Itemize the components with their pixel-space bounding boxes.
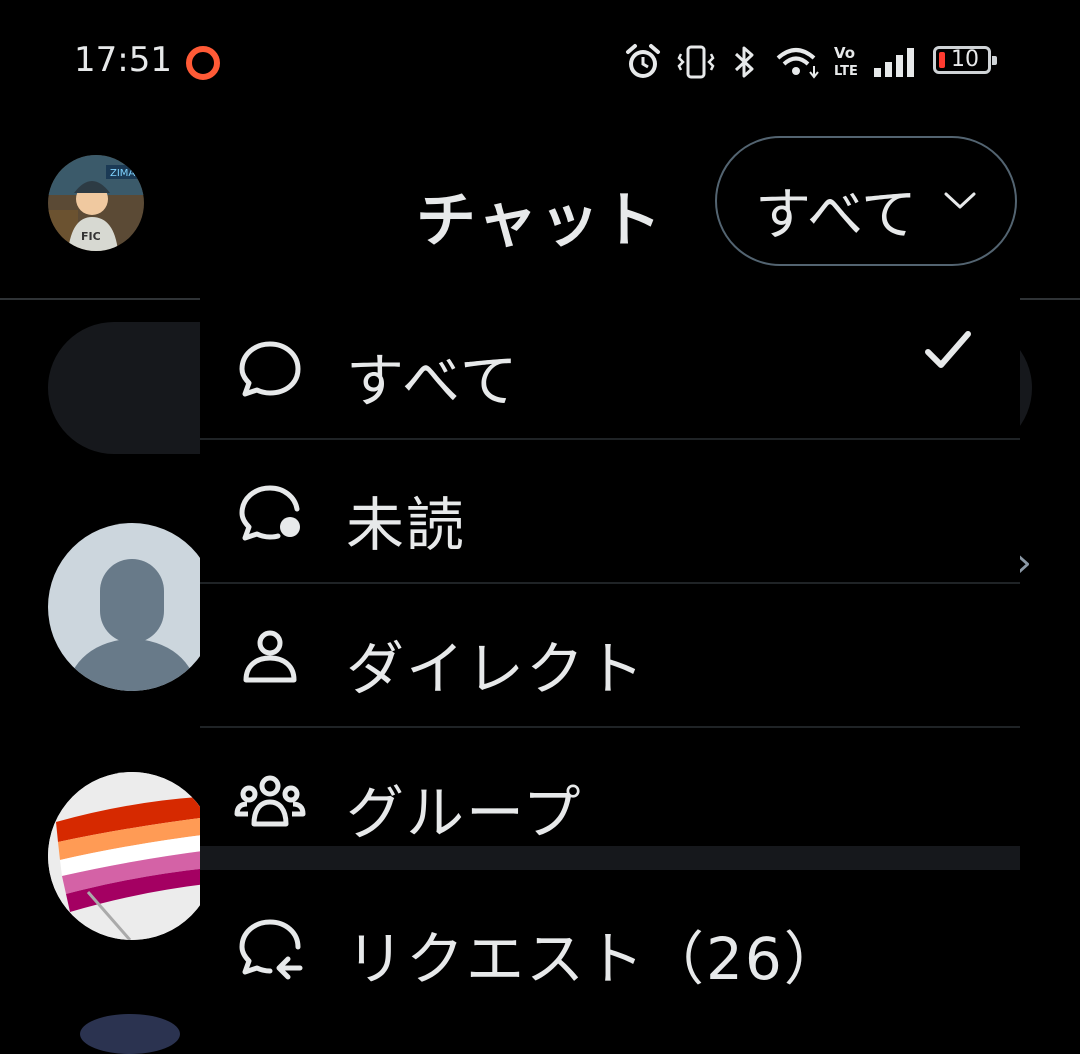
menu-item-label: リクエスト（26） <box>346 925 844 993</box>
checkmark-icon <box>925 331 971 368</box>
menu-item-label: すべて <box>346 347 520 415</box>
signal-icon <box>874 48 914 77</box>
battery-level: 10 <box>951 47 979 72</box>
filter-menu: すべて 未読 ダイレクト グループ リクエスト（26） <box>200 296 1020 1024</box>
svg-text:LTE: LTE <box>834 64 858 79</box>
background-avatar-partial <box>80 1014 180 1054</box>
bluetooth-icon <box>734 46 754 78</box>
menu-item-label: ダイレクト <box>346 635 647 703</box>
wifi-icon <box>776 48 819 79</box>
group-icon <box>234 775 306 827</box>
volte-icon: Vo LTE <box>834 44 858 79</box>
svg-text:FIC: FIC <box>81 230 101 243</box>
menu-item-requests[interactable]: リクエスト（26） <box>200 874 1020 1016</box>
chevron-down-icon <box>944 192 976 209</box>
person-icon <box>243 630 297 683</box>
recording-icon <box>186 46 220 80</box>
avatar-sign-text: ZIMA <box>110 168 135 179</box>
menu-separator <box>200 846 1020 870</box>
menu-item-label: グループ <box>346 779 583 847</box>
status-time: 17:51 <box>74 40 172 80</box>
alarm-icon <box>626 44 660 78</box>
unread-bubble-icon <box>239 485 300 541</box>
user-avatar[interactable]: ZIMA FIC <box>48 155 144 251</box>
menu-item-direct[interactable]: ダイレクト <box>200 584 1020 728</box>
chat-header: ZIMA FIC チャット すべて <box>0 120 1080 300</box>
battery-icon: 10 <box>933 46 997 74</box>
menu-item-unread[interactable]: 未読 <box>200 440 1020 584</box>
vibrate-icon <box>677 45 715 79</box>
background-avatar-flag <box>48 772 216 940</box>
background-avatar-default <box>48 523 216 691</box>
menu-item-all[interactable]: すべて <box>200 296 1020 440</box>
menu-item-label: 未読 <box>346 491 467 559</box>
svg-text:Vo: Vo <box>834 44 855 62</box>
filter-dropdown-button[interactable]: すべて <box>715 136 1017 266</box>
status-bar: 17:51 Vo LTE 10 <box>0 0 1080 120</box>
filter-dropdown-label: すべて <box>755 183 917 248</box>
request-bubble-icon <box>239 919 303 980</box>
chat-bubble-icon <box>239 341 301 397</box>
page-title: チャット <box>416 186 664 256</box>
